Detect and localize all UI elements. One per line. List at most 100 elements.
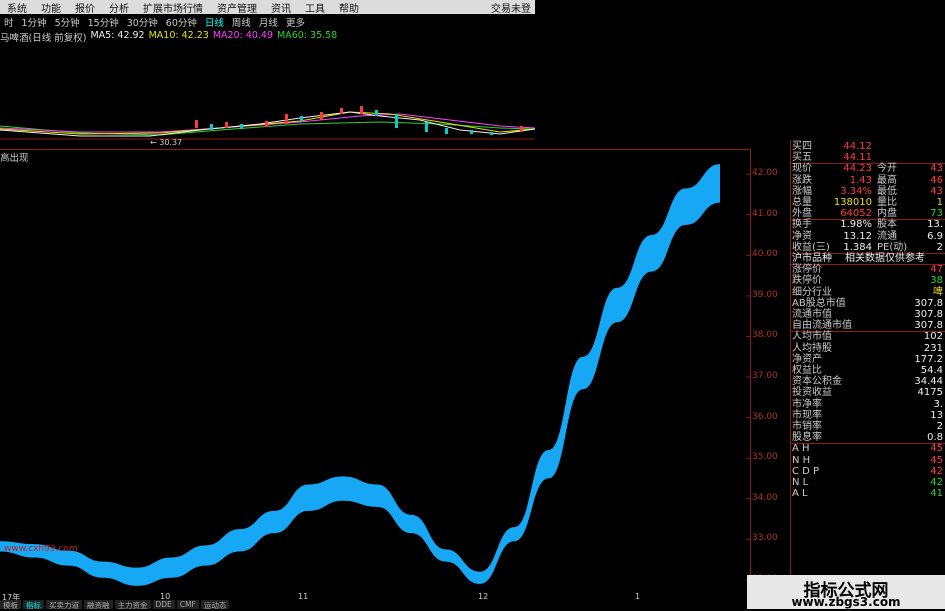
quote-label: 买四 — [792, 141, 812, 152]
bottom-tab[interactable]: DDE — [152, 600, 175, 609]
quote-row: 买五 44.11 — [791, 152, 945, 163]
quote-value: 138010 — [833, 197, 872, 208]
ma5-label: MA5: 42.92 — [90, 30, 145, 41]
quote-value: 307.8 — [914, 297, 943, 309]
period-tab[interactable]: 更多 — [282, 15, 309, 29]
y-tick-label: 38.00 — [752, 330, 778, 341]
quote-label-2: PE(动) — [877, 241, 908, 253]
x-tick-label: 1 — [635, 592, 641, 601]
menu-item[interactable]: 资产管理 — [210, 0, 264, 15]
x-tick-label: 12 — [478, 592, 489, 601]
quote-value: 54.4 — [920, 365, 943, 376]
y-tick-label: 36.00 — [752, 411, 778, 422]
y-tick-label: 34.00 — [752, 492, 778, 503]
period-tab[interactable]: 5分钟 — [51, 15, 84, 29]
quote-label: 市销率 — [792, 421, 822, 432]
period-tab[interactable]: 月线 — [255, 15, 282, 29]
quote-label: 权益比 — [792, 365, 822, 376]
bottom-tab[interactable]: 模板 — [0, 600, 21, 610]
quote-label: 现价 — [792, 163, 812, 175]
menu-item[interactable]: 功能 — [34, 0, 68, 15]
period-tab[interactable]: 15分钟 — [84, 15, 123, 29]
quote-label: 市现率 — [792, 409, 822, 421]
quote-row: 流通市值 307.8 — [791, 309, 945, 320]
period-tab[interactable]: 60分钟 — [162, 15, 201, 29]
quote-label: 资本公积金 — [792, 376, 842, 388]
quote-row: 涨幅 3.34% 最低 43 — [791, 186, 945, 197]
mini-kline-chart[interactable]: ← 30.37 — [0, 44, 535, 149]
quote-value: 啤 — [933, 286, 943, 298]
quote-label: 流通市值 — [792, 309, 832, 320]
quote-label: C D P — [792, 465, 820, 477]
y-tick-label: 39.00 — [752, 289, 778, 300]
quote-label: 细分行业 — [792, 286, 832, 298]
quote-value-2: 46 — [930, 174, 943, 186]
bottom-tab[interactable]: 融资融 — [84, 600, 113, 610]
quote-label: 人均持股 — [792, 342, 832, 354]
bottom-tab[interactable]: 运动态 — [200, 600, 230, 610]
quote-row: N H 45 — [791, 455, 945, 466]
quote-row: 市销率 2 — [791, 421, 945, 432]
y-tick-label: 41.00 — [752, 208, 778, 219]
quote-label: N H — [792, 454, 811, 466]
quote-value: 307.8 — [914, 309, 943, 320]
period-tab[interactable]: 时 — [0, 15, 18, 29]
period-tab[interactable]: 日线 — [201, 15, 228, 29]
quote-value-2: 73 — [930, 208, 943, 220]
quote-row: 市现率 13 — [791, 410, 945, 421]
main-indicator-chart[interactable] — [0, 158, 750, 592]
quote-value: 44.23 — [843, 163, 872, 175]
quote-value: 44.12 — [843, 141, 872, 152]
bottom-tab[interactable]: 买卖力道 — [46, 600, 82, 610]
mini-low-label: ← 30.37 — [150, 138, 182, 147]
quote-value: 1.384 — [843, 241, 872, 253]
y-tick-label: 35.00 — [752, 452, 778, 463]
quote-row: 净资产 177.2 — [791, 354, 945, 365]
y-tick-label: 42.00 — [752, 168, 778, 179]
y-tick-label: 37.00 — [752, 371, 778, 382]
period-tab[interactable]: 30分钟 — [123, 15, 162, 29]
quote-value: 3. — [933, 398, 943, 410]
menu-item[interactable]: 报价 — [68, 0, 102, 15]
ma-legend: 马啤酒(日线 前复权) MA5: 42.92 MA10: 42.23 MA20:… — [0, 30, 341, 44]
quote-value: 42 — [930, 465, 943, 477]
quote-label-2: 最低 — [877, 185, 897, 197]
quote-label: 净资产 — [792, 353, 822, 365]
quote-row: 跌停价 38 — [791, 275, 945, 286]
quote-row: N L 42 — [791, 477, 945, 488]
quote-label: 换手 — [792, 219, 812, 231]
quote-row: 资本公积金 34.44 — [791, 376, 945, 387]
quote-row: 涨跌 1.43 最高 46 — [791, 175, 945, 186]
bottom-tab[interactable]: 指标 — [23, 600, 44, 610]
quote-label: 自由流通市值 — [792, 320, 852, 332]
period-tab[interactable]: 周线 — [228, 15, 255, 29]
ma60-label: MA60: 35.58 — [277, 30, 338, 41]
quote-row: 人均持股 231 — [791, 343, 945, 354]
quote-row: 市净率 3. — [791, 399, 945, 410]
quote-label: N L — [792, 477, 809, 488]
quote-value: 34.44 — [914, 376, 943, 388]
menu-item[interactable]: 资讯 — [264, 0, 298, 15]
menu-item[interactable]: 分析 — [102, 0, 136, 15]
quote-value: 64052 — [840, 208, 872, 220]
quote-label-2: 股本 — [877, 219, 897, 231]
quote-label: 人均市值 — [792, 331, 832, 343]
bottom-tab[interactable]: 主力资金 — [114, 600, 151, 610]
bottom-tab[interactable]: CMF — [176, 600, 199, 609]
quote-label: 涨停价 — [792, 264, 822, 276]
menu-item[interactable]: 帮助 — [332, 0, 366, 15]
menu-item[interactable]: 系统 — [0, 0, 34, 15]
quote-row: 外盘 64052 内盘 73 — [791, 208, 945, 219]
quote-value: 4175 — [917, 387, 943, 399]
menu-item[interactable]: 扩展市场行情 — [136, 0, 210, 15]
login-status[interactable]: 交易未登 — [484, 0, 535, 15]
quote-row: 总量 138010 量比 1 — [791, 197, 945, 208]
quote-value-2: 43 — [930, 185, 943, 197]
period-tab[interactable]: 1分钟 — [18, 15, 51, 29]
indicator-band — [0, 164, 720, 586]
quote-value-2: 2 — [936, 241, 943, 253]
menu-item[interactable]: 工具 — [298, 0, 332, 15]
quote-label: 买五 — [792, 152, 812, 164]
quote-value: 42 — [930, 477, 943, 488]
quote-label: 市净率 — [792, 398, 822, 410]
